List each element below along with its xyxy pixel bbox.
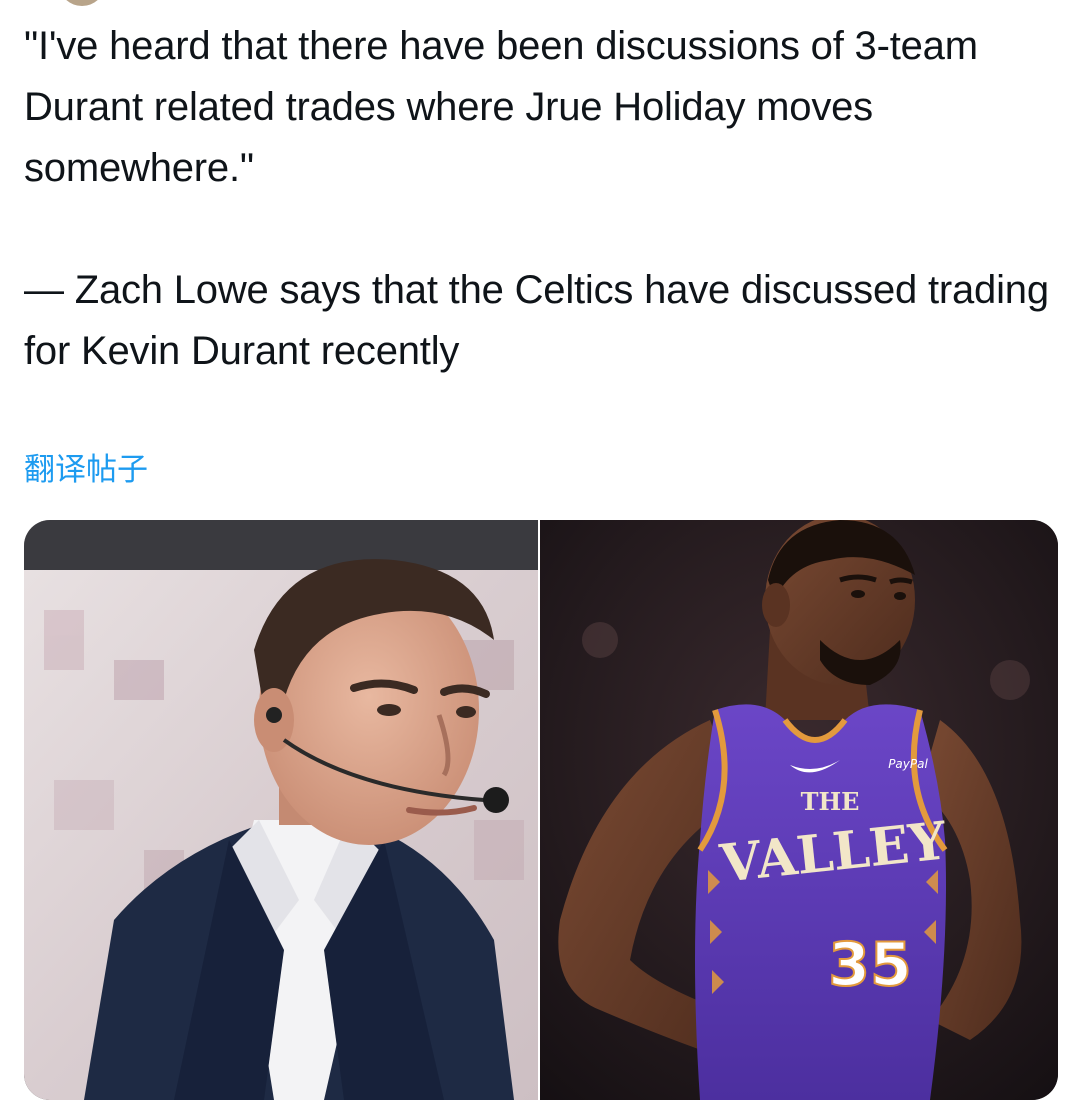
tweet-media[interactable]: THE VALLEY 35 PayPal [24, 520, 1058, 1100]
commentator-illustration [24, 520, 538, 1100]
player-photo[interactable]: THE VALLEY 35 PayPal [538, 520, 1058, 1100]
tweet-text: "I've heard that there have been discuss… [24, 16, 1054, 382]
jersey-number: 35 [828, 930, 912, 1000]
tweet-quote: "I've heard that there have been discuss… [24, 24, 978, 190]
player-illustration: THE VALLEY 35 PayPal [540, 520, 1058, 1100]
tweet-attribution: — Zach Lowe says that the Celtics have d… [24, 268, 1049, 373]
jersey-sponsor: PayPal [888, 757, 928, 771]
translate-post-link[interactable]: 翻译帖子 [24, 452, 148, 488]
jersey-top-text: THE [801, 787, 860, 816]
avatar[interactable] [60, 0, 104, 6]
commentator-photo[interactable] [24, 520, 538, 1100]
